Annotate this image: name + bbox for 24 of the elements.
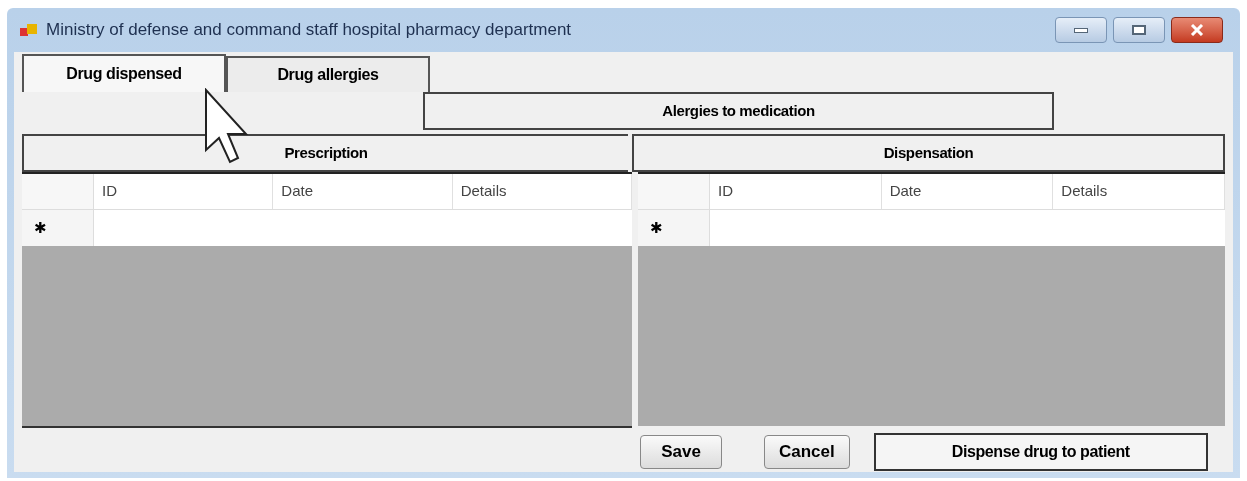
row-header[interactable]: ✱ [22,210,94,246]
window-title: Ministry of defense and command staff hospital pharmacy department [46,19,572,42]
close-icon [1190,24,1204,36]
new-row-marker: ✱ [34,217,47,238]
grid-title-button[interactable]: Prescription [22,134,628,172]
tab[interactable]: Drug dispensed [22,54,226,92]
column-header[interactable]: ID [710,174,882,209]
column-header[interactable]: Details [452,174,632,209]
row-header[interactable]: ✱ [638,210,710,246]
app-icon [20,22,38,38]
column-header[interactable]: Details [1053,174,1225,209]
maximize-button[interactable] [1113,17,1165,43]
column-header[interactable]: Date [881,174,1054,209]
new-row-marker: ✱ [650,217,663,238]
close-button[interactable] [1171,17,1223,43]
column-header[interactable]: Date [273,174,453,209]
column-header[interactable]: ID [94,174,274,209]
dialog-button[interactable]: Save [640,435,722,469]
dispense-button[interactable]: Dispense drug to patient [873,433,1208,471]
dialog-button[interactable]: Cancel [764,435,850,469]
minimize-button[interactable] [1055,17,1107,43]
allergies-button[interactable]: Alergies to medication [423,92,1054,130]
grid-title-button[interactable]: Dispensation [632,134,1225,172]
tab[interactable]: Drug allergies [226,56,430,92]
